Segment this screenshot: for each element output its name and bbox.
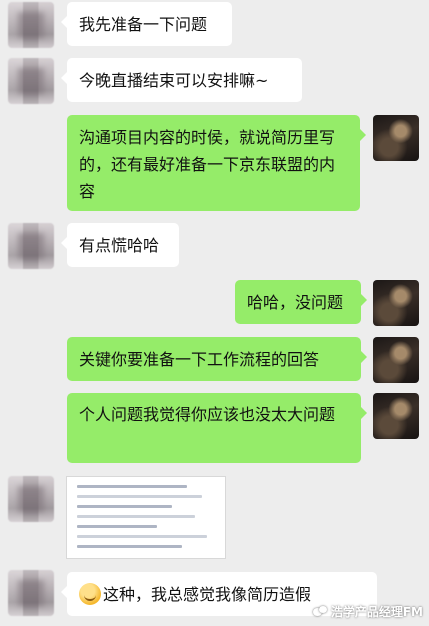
message-bubble-incoming[interactable]: 今晚直播结束可以安排嘛~ (61, 58, 302, 102)
contact-avatar[interactable] (8, 2, 54, 48)
contact-avatar[interactable] (8, 476, 54, 522)
message-text: 关键你要准备一下工作流程的回答 (79, 350, 320, 369)
image-message[interactable] (66, 476, 226, 559)
my-avatar[interactable] (373, 280, 419, 326)
wechat-logo-icon (312, 605, 327, 618)
message-text: 这种，我总感觉我像简历造假 (103, 585, 312, 604)
embarrassed-face-icon (79, 583, 101, 605)
my-avatar[interactable] (373, 337, 419, 383)
message-text: 哈哈，没问题 (247, 293, 344, 312)
message-bubble-outgoing[interactable]: 沟通项目内容的时侯，就说简历里写的，还有最好准备一下京东联盟的内容 (67, 115, 366, 211)
message-bubble-outgoing[interactable]: 哈哈，没问题 (235, 280, 367, 324)
my-avatar[interactable] (373, 115, 419, 161)
contact-avatar[interactable] (8, 570, 54, 616)
message-text: 有点慌哈哈 (79, 236, 160, 255)
my-avatar[interactable] (373, 393, 419, 439)
contact-avatar[interactable] (8, 223, 54, 269)
message-bubble-outgoing[interactable]: 个人问题我觉得你应该也没太大问题 (67, 393, 367, 463)
message-bubble-incoming[interactable]: 有点慌哈哈 (61, 223, 179, 267)
watermark: 浩学产品经理FM (312, 603, 423, 620)
contact-avatar[interactable] (8, 58, 54, 104)
message-text: 我先准备一下问题 (79, 15, 208, 34)
message-text: 沟通项目内容的时侯，就说简历里写的，还有最好准备一下京东联盟的内容 (79, 128, 336, 201)
message-bubble-incoming[interactable]: 我先准备一下问题 (61, 2, 232, 46)
message-bubble-outgoing[interactable]: 关键你要准备一下工作流程的回答 (67, 337, 367, 381)
message-text: 今晚直播结束可以安排嘛~ (79, 71, 269, 90)
message-text: 个人问题我觉得你应该也没太大问题 (79, 405, 336, 424)
watermark-text: 浩学产品经理FM (330, 605, 423, 619)
